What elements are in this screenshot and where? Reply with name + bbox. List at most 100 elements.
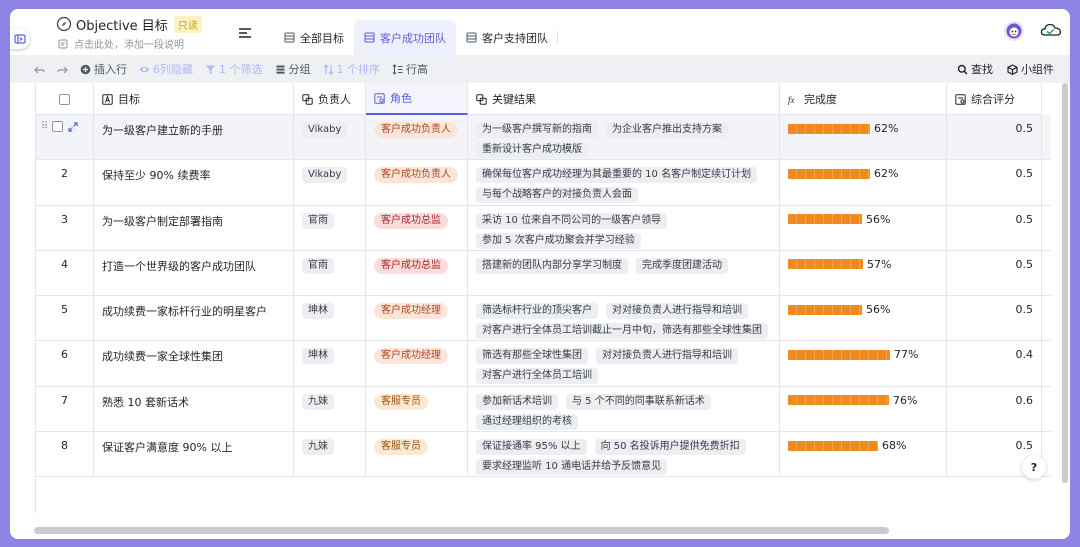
key-results-cell[interactable]: 搭建新的团队内部分享学习制度 完成季度团建活动 [468, 250, 780, 296]
completion-cell[interactable]: 56% [780, 296, 947, 341]
completion-cell[interactable]: 56% [780, 205, 947, 250]
completion-cell[interactable]: 62% [780, 115, 947, 160]
hidden-columns-button[interactable]: 6列隐藏 [133, 58, 199, 80]
owner-cell[interactable]: 坤林 [294, 296, 366, 341]
completion-cell[interactable]: 68% [780, 432, 947, 477]
role-cell[interactable]: 客户成功总监 [366, 205, 468, 250]
horizontal-scrollbar[interactable] [34, 527, 889, 534]
owner-chip[interactable]: 坤林 [302, 303, 334, 320]
filter-button[interactable]: 1 个筛选 [199, 58, 269, 80]
cloud-sync-icon[interactable] [1040, 22, 1062, 38]
tab-customer-support[interactable]: 客户支持团队 [456, 20, 558, 55]
score-cell[interactable]: 0.5 [947, 160, 1042, 205]
owner-cell[interactable]: Vikaby [294, 115, 366, 160]
key-result-chip[interactable]: 参加 5 次客户成功聚会并学习经验 [476, 232, 641, 249]
key-result-chip[interactable]: 完成季度团建活动 [636, 257, 728, 274]
find-button[interactable]: 查找 [951, 58, 999, 80]
owner-chip[interactable]: 九妹 [302, 393, 334, 410]
owner-cell[interactable]: Vikaby [294, 160, 366, 205]
owner-cell[interactable]: 九妹 [294, 432, 366, 477]
key-results-cell[interactable]: 筛选有那些全球性集团 对对接负责人进行指导和培训 对客户进行全体员工培训 [468, 341, 780, 386]
key-result-chip[interactable]: 为企业客户推出支持方案 [606, 122, 728, 138]
objective-cell[interactable]: 为一级客户制定部署指南 [94, 205, 294, 250]
menu-icon[interactable] [238, 27, 252, 39]
owner-cell[interactable]: 官雨 [294, 250, 366, 296]
key-result-chip[interactable]: 对客户进行全体员工培训 [476, 368, 598, 385]
row-height-button[interactable]: 行高 [386, 58, 434, 80]
row-index-cell[interactable]: 3 [36, 205, 94, 250]
description-text[interactable]: 点击此处，添加一段说明 [74, 36, 184, 51]
sort-button[interactable]: 1 个排序 [317, 58, 387, 80]
key-result-chip[interactable]: 采访 10 位来自不同公司的一级客户领导 [476, 212, 668, 229]
insert-row-button[interactable]: 插入行 [74, 58, 133, 80]
column-header-key-results[interactable]: 关键结果 [468, 83, 780, 115]
column-header-owner[interactable]: 负责人 [294, 83, 366, 115]
key-results-cell[interactable]: 筛选标杆行业的顶尖客户 对对接负责人进行指导和培训对客户进行全体员工培训截止一月中… [468, 296, 780, 341]
row-index-cell[interactable]: 5 [36, 296, 94, 341]
key-results-cell[interactable]: 参加新话术培训与 5 个不同的同事联系新话术 通过经理组织的考核 [468, 386, 780, 432]
row-index-cell[interactable]: 6 [36, 341, 94, 386]
key-result-chip[interactable]: 搭建新的团队内部分享学习制度 [476, 257, 628, 274]
row-index-cell[interactable]: 2 [36, 160, 94, 205]
expand-record-icon[interactable] [68, 121, 78, 132]
completion-cell[interactable]: 77% [780, 341, 947, 386]
owner-chip[interactable]: Vikaby [302, 122, 348, 138]
key-result-chip[interactable]: 要求经理监听 10 通电话并给予反馈意见 [476, 459, 668, 476]
table-row[interactable]: 2 保持至少 90% 续费率 Vikaby 客户成功负责人 确保每位客户成功经理为其最重… [36, 160, 1051, 206]
owner-cell[interactable]: 官雨 [294, 205, 366, 250]
key-results-cell[interactable]: 采访 10 位来自不同公司的一级客户领导 参加 5 次客户成功聚会并学习经验 [468, 205, 780, 250]
role-cell[interactable]: 客户成功总监 [366, 250, 468, 296]
objective-cell[interactable]: 成功续费一家全球性集团 [94, 341, 294, 386]
objective-cell[interactable]: 为一级客户建立新的手册 [94, 115, 294, 160]
score-cell[interactable]: 0.5 [947, 205, 1042, 250]
undo-button[interactable] [28, 58, 51, 80]
key-result-chip[interactable]: 对客户进行全体员工培训截止一月中旬，筛选有那些全球性集团 [476, 323, 768, 340]
role-cell[interactable]: 客户成功经理 [366, 341, 468, 386]
owner-chip[interactable]: 坤林 [302, 348, 334, 365]
redo-button[interactable] [51, 58, 74, 80]
avatar[interactable] [1004, 21, 1024, 41]
column-header-completion[interactable]: fx 完成度 [780, 83, 947, 115]
row-index-cell[interactable]: 8 [36, 432, 94, 477]
tab-all-objectives[interactable]: 全部目标 [274, 20, 354, 55]
score-cell[interactable]: 0.6 [947, 386, 1042, 432]
key-result-chip[interactable]: 与每个战略客户的对接负责人会面 [476, 187, 638, 204]
score-cell[interactable]: 0.5 [947, 250, 1042, 296]
key-result-chip[interactable]: 保证接通率 95% 以上 [476, 439, 587, 456]
owner-chip[interactable]: Vikaby [302, 167, 348, 184]
tab-customer-success[interactable]: 客户成功团队 [354, 20, 456, 55]
role-cell[interactable]: 客服专员 [366, 386, 468, 432]
objective-cell[interactable]: 保持至少 90% 续费率 [94, 160, 294, 205]
owner-cell[interactable]: 坤林 [294, 341, 366, 386]
row-index-cell[interactable]: 7 [36, 386, 94, 432]
owner-chip[interactable]: 官雨 [302, 212, 334, 229]
key-result-chip[interactable]: 为一级客户撰写新的指南 [476, 122, 598, 138]
key-result-chip[interactable]: 对对接负责人进行指导和培训 [606, 303, 748, 320]
objective-cell[interactable]: 打造一个世界级的客户成功团队 [94, 250, 294, 296]
row-checkbox[interactable] [52, 121, 64, 132]
owner-chip[interactable]: 九妹 [302, 439, 334, 456]
objective-cell[interactable]: 成功续费一家标杆行业的明星客户 [94, 296, 294, 341]
role-cell[interactable]: 客户成功经理 [366, 296, 468, 341]
score-cell[interactable]: 0.5 [947, 115, 1042, 160]
key-result-chip[interactable]: 筛选标杆行业的顶尖客户 [476, 303, 598, 320]
column-header-role[interactable]: 角色 [366, 83, 468, 115]
score-cell[interactable]: 0.4 [947, 341, 1042, 386]
table-row[interactable]: ⠿ 为一级客户建立新的手册 Vikaby 客户成功负责人 为一级客户撰写新的指南 为企业客… [36, 115, 1051, 161]
table-row[interactable]: 3 为一级客户制定部署指南 官雨 客户成功总监 采访 10 位来自不同公司的一级客户领导… [36, 205, 1051, 251]
row-index-cell[interactable]: ⠿ [36, 115, 94, 160]
completion-cell[interactable]: 76% [780, 386, 947, 432]
completion-cell[interactable]: 62% [780, 160, 947, 205]
key-results-cell[interactable]: 为一级客户撰写新的指南 为企业客户推出支持方案 重新设计客户成功模版 [468, 115, 780, 160]
role-cell[interactable]: 客户成功负责人 [366, 160, 468, 205]
key-result-chip[interactable]: 对对接负责人进行指导和培训 [596, 348, 738, 365]
key-results-cell[interactable]: 保证接通率 95% 以上向 50 名投诉用户提供免费折扣 要求经理监听 10 通电… [468, 432, 780, 477]
key-result-chip[interactable]: 通过经理组织的考核 [476, 413, 578, 430]
select-all-checkbox[interactable] [59, 93, 70, 105]
column-header-objective[interactable]: 目标 [94, 83, 294, 115]
column-header-score[interactable]: 综合评分 [947, 83, 1042, 115]
drag-handle-icon[interactable]: ⠿ [41, 121, 48, 132]
role-cell[interactable]: 客户成功负责人 [366, 115, 468, 160]
key-result-chip[interactable]: 确保每位客户成功经理为其最重要的 10 名客户制定续订计划 [476, 167, 758, 184]
row-index-cell[interactable]: 4 [36, 250, 94, 296]
